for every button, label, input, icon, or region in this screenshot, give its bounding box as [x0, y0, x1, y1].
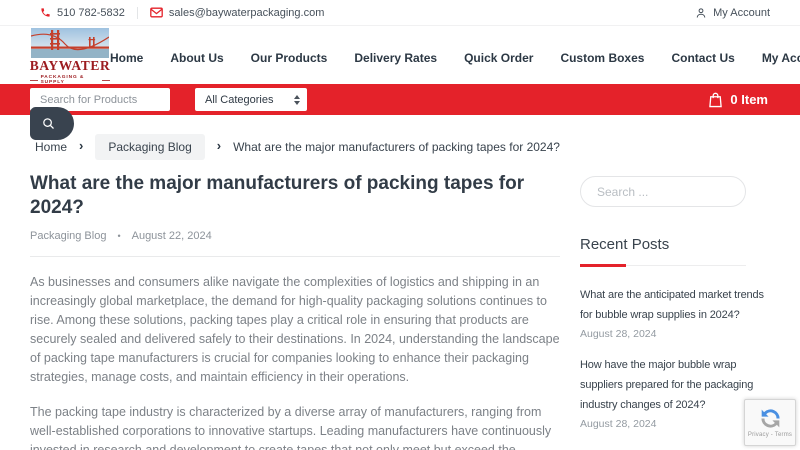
shopping-bag-icon	[708, 92, 723, 108]
topbar-phone-number: 510 782-5832	[57, 6, 125, 19]
topbar-contact: 510 782-5832 sales@baywaterpackaging.com	[40, 6, 324, 19]
nav-item-my-account[interactable]: My Account	[762, 51, 800, 65]
recent-post-date: August 28, 2024	[580, 328, 657, 340]
meta-separator-dot: •	[117, 230, 121, 241]
main-nav: Home About Us Our Products Delivery Rate…	[110, 32, 800, 84]
cart-button[interactable]: 0 Item	[708, 92, 770, 108]
logo-name: BAYWATER	[29, 58, 111, 73]
search-submit-button[interactable]	[30, 107, 74, 140]
breadcrumb-home-link[interactable]: Home	[35, 140, 67, 154]
email-link[interactable]: sales@baywaterpackaging.com	[150, 7, 324, 19]
recent-posts-heading: Recent Posts	[580, 236, 670, 253]
site-header: BAYWATER PACKAGING & SUPPLY Home About U…	[0, 26, 800, 85]
blog-search-input[interactable]	[580, 176, 746, 207]
article-category: Packaging Blog	[30, 229, 107, 242]
content-divider	[30, 255, 560, 257]
recent-post-date: August 28, 2024	[580, 418, 657, 430]
article-meta: Packaging Blog • August 22, 2024	[30, 230, 560, 242]
site-logo[interactable]: BAYWATER PACKAGING & SUPPLY	[30, 28, 110, 85]
category-select[interactable]: All Categories	[195, 88, 307, 111]
topbar: 510 782-5832 sales@baywaterpackaging.com…	[0, 0, 800, 26]
chevron-right-icon: ›	[216, 138, 222, 153]
user-icon	[695, 7, 707, 19]
tagline-dash-left	[30, 79, 38, 81]
nav-item-about-us[interactable]: About Us	[170, 51, 223, 65]
article-date: August 22, 2024	[131, 229, 212, 242]
main-layout: What are the major manufacturers of pack…	[0, 172, 800, 450]
category-selected-value: All Categories	[205, 93, 274, 106]
phone-link[interactable]: 510 782-5832	[40, 7, 125, 19]
nav-item-quick-order[interactable]: Quick Order	[464, 51, 533, 65]
tagline-dash-right	[102, 79, 110, 81]
product-search-bar: All Categories 0 Item	[0, 84, 800, 115]
search-icon	[41, 116, 56, 131]
recaptcha-badge[interactable]: Privacy - Terms	[744, 399, 796, 446]
recaptcha-privacy-terms: Privacy - Terms	[747, 432, 793, 438]
topbar-my-account-link[interactable]: My Account	[695, 7, 770, 19]
article-paragraph: The packing tape industry is characteriz…	[30, 404, 552, 450]
recent-post-item: What are the anticipated market trends f…	[580, 285, 770, 340]
breadcrumb-section-link[interactable]: Packaging Blog	[95, 133, 205, 160]
nav-item-delivery-rates[interactable]: Delivery Rates	[354, 51, 437, 65]
logo-tagline-text: PACKAGING & SUPPLY	[40, 75, 85, 86]
breadcrumb: Home › Packaging Blog › What are the maj…	[0, 133, 800, 160]
nav-item-home[interactable]: Home	[110, 51, 143, 65]
bridge-logo-image	[31, 28, 109, 58]
email-icon	[150, 7, 163, 18]
recaptcha-icon	[759, 407, 782, 430]
recent-post-link[interactable]: How have the major bubble wrap suppliers…	[580, 355, 770, 415]
logo-tagline: PACKAGING & SUPPLY	[30, 75, 110, 85]
recent-post-link[interactable]: What are the anticipated market trends f…	[580, 285, 770, 325]
recent-post-link[interactable]: What are the top bubble wrap suppliers p…	[580, 445, 770, 450]
page-title: What are the major manufacturers of pack…	[30, 173, 525, 218]
nav-item-contact-us[interactable]: Contact Us	[671, 51, 734, 65]
topbar-email-address: sales@baywaterpackaging.com	[168, 6, 325, 19]
topbar-my-account-label: My Account	[713, 6, 770, 19]
article-paragraph: As businesses and consumers alike naviga…	[30, 274, 560, 384]
chevron-right-icon: ›	[79, 138, 84, 153]
recent-post-item: What are the top bubble wrap suppliers p…	[580, 445, 770, 450]
breadcrumb-current-page: What are the major manufacturers of pack…	[233, 139, 560, 154]
blog-sidebar: Recent Posts What are the anticipated ma…	[580, 172, 770, 450]
topbar-divider	[136, 6, 138, 19]
nav-item-our-products[interactable]: Our Products	[251, 51, 328, 65]
cart-count-label: 0 Item	[730, 92, 768, 107]
article-content: What are the major manufacturers of pack…	[30, 172, 560, 450]
select-stepper-icon	[294, 94, 300, 105]
recent-posts-divider	[580, 264, 746, 267]
phone-icon	[40, 7, 51, 18]
nav-item-custom-boxes[interactable]: Custom Boxes	[560, 51, 644, 65]
recent-post-item: How have the major bubble wrap suppliers…	[580, 355, 770, 430]
